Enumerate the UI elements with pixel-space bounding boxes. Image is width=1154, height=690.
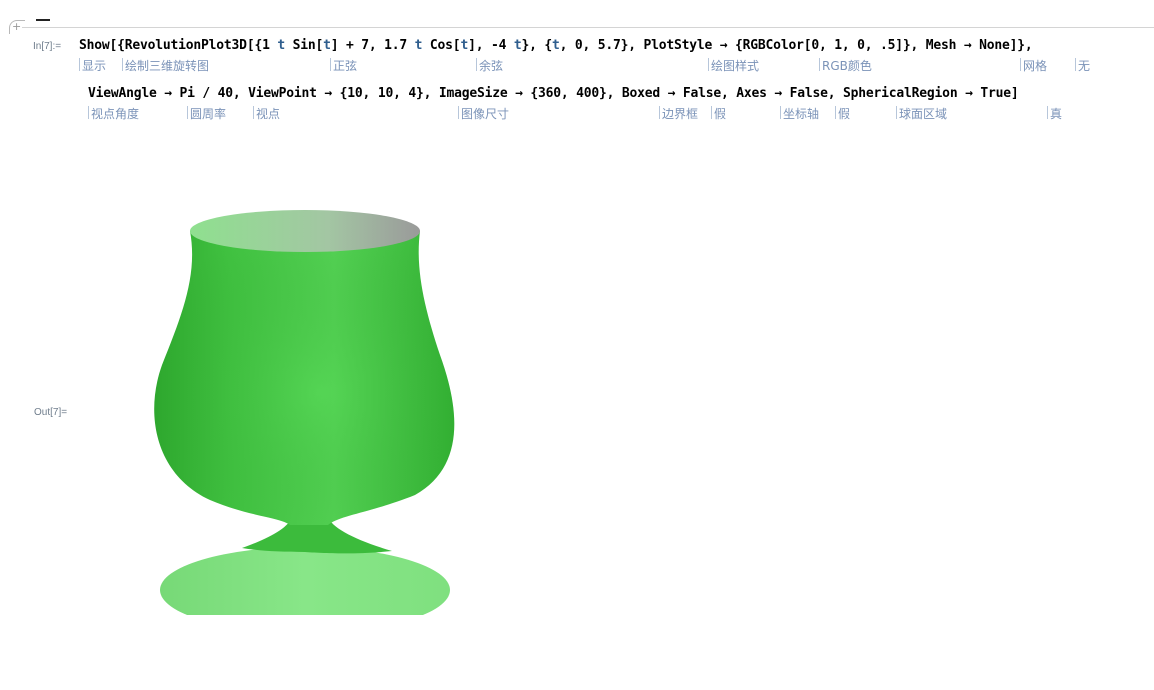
hint-none: 无 [1074,58,1091,73]
hint-sin: 正弦 [329,58,358,73]
hint-rgbcolor: RGB颜色 [819,58,872,73]
hint-viewangle: 视点角度 [87,106,140,121]
variable-t: t [277,38,285,53]
goblet-base [160,547,450,615]
cell-expand-icon[interactable]: + [9,20,25,34]
goblet-3d-plot[interactable] [150,195,470,615]
revolutionplot3d-function: RevolutionPlot3D [124,38,247,53]
variable-t: t [323,38,331,53]
hint-imagesize: 图像尺寸 [457,106,510,121]
goblet-rim-opening [190,210,420,252]
hint-false-2: 假 [834,106,851,121]
hint-false-1: 假 [710,106,727,121]
hint-sphericalregion: 球面区域 [895,106,948,121]
variable-t: t [552,38,560,53]
code-line-2[interactable]: ViewAngle → Pi / 40, ViewPoint → {10, 10… [88,86,1019,101]
cell-insertion-cursor [36,19,50,21]
hint-plotstyle: 绘图样式 [707,58,760,73]
hint-viewpoint: 视点 [252,106,281,121]
variable-t: t [460,38,469,53]
hint-axes: 坐标轴 [779,106,820,121]
goblet-bowl-shading [154,231,455,525]
cell-top-border [22,27,1154,28]
hint-pi: 圆周率 [186,106,227,121]
hint-mesh: 网格 [1019,58,1048,73]
output-label: Out[7]= [34,407,68,418]
code-line-1[interactable]: Show[{RevolutionPlot3D[{1 t Sin[t] + 7, … [79,38,1033,53]
hint-boxed: 边界框 [658,106,699,121]
hint-true: 真 [1046,106,1063,121]
show-function: Show [79,38,110,53]
hint-revolutionplot3d: 绘制三维旋转图 [121,58,210,73]
hint-cos: 余弦 [475,58,504,73]
input-label: In[7]:= [33,41,62,52]
hint-show: 显示 [78,58,107,73]
